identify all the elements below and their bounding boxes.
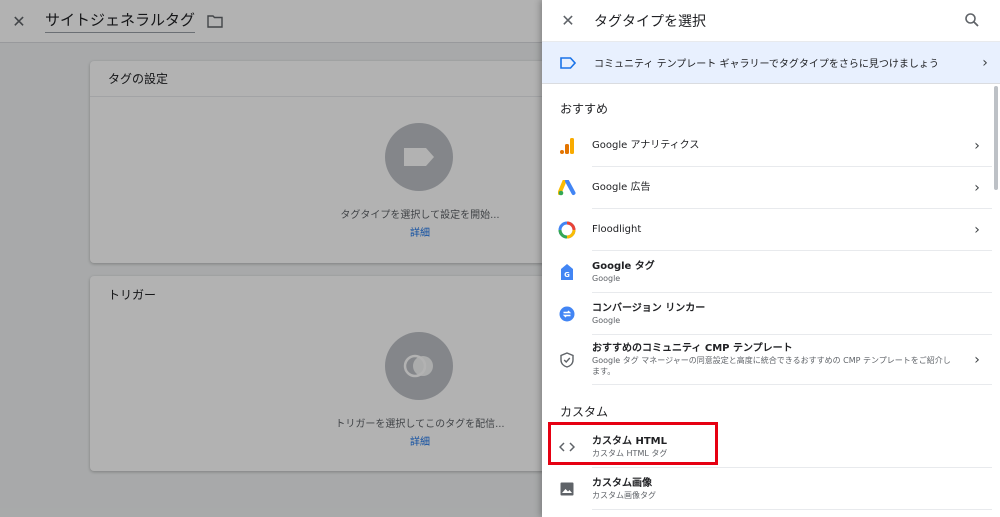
panel-title: タグタイプを選択 bbox=[594, 13, 706, 30]
panel-scrollbar[interactable] bbox=[994, 86, 998, 190]
item-name: カスタム画像 bbox=[592, 477, 652, 489]
panel-close-icon[interactable]: ✕ bbox=[542, 0, 594, 42]
item-sub: カスタム HTML タグ bbox=[592, 448, 668, 458]
tag-outline-icon bbox=[542, 56, 594, 69]
item-sub: Google bbox=[592, 273, 621, 283]
google-tag-icon: G bbox=[542, 263, 592, 281]
code-icon bbox=[542, 441, 592, 453]
google-ads-icon bbox=[542, 180, 592, 196]
floodlight-icon bbox=[542, 221, 592, 239]
item-name: Google タグ bbox=[592, 260, 655, 272]
community-gallery-banner[interactable]: コミュニティ テンプレート ギャラリーでタグタイプをさらに見つけましょう › bbox=[542, 42, 1000, 84]
tag-type-panel: ✕ タグタイプを選択 コミュニティ テンプレート ギャラリーでタグタイプをさらに… bbox=[542, 0, 1000, 517]
chevron-right-icon: › bbox=[974, 221, 980, 238]
list-item-google-analytics[interactable]: Google アナリティクス › bbox=[542, 125, 992, 167]
image-icon bbox=[542, 482, 592, 496]
item-sub: カスタム画像タグ bbox=[592, 490, 656, 500]
list-item-floodlight[interactable]: Floodlight › bbox=[542, 209, 992, 251]
item-name: おすすめのコミュニティ CMP テンプレート bbox=[592, 343, 793, 354]
list-item-google-ads[interactable]: Google 広告 › bbox=[542, 167, 992, 209]
conversion-linker-icon bbox=[542, 306, 592, 322]
list-item-custom-html[interactable]: カスタム HTML カスタム HTML タグ bbox=[542, 426, 992, 468]
list-item-cmp-templates[interactable]: おすすめのコミュニティ CMP テンプレート Google タグ マネージャーの… bbox=[542, 335, 992, 385]
item-name: カスタム HTML bbox=[592, 435, 667, 447]
panel-header: ✕ タグタイプを選択 bbox=[542, 0, 1000, 42]
item-name: Floodlight bbox=[592, 224, 642, 235]
banner-text: コミュニティ テンプレート ギャラリーでタグタイプをさらに見つけましょう bbox=[594, 59, 939, 70]
section-custom: カスタム bbox=[560, 405, 609, 419]
svg-text:G: G bbox=[564, 271, 570, 279]
list-item-conversion-linker[interactable]: コンバージョン リンカー Google bbox=[542, 293, 992, 335]
list-item-custom-image[interactable]: カスタム画像 カスタム画像タグ bbox=[542, 468, 992, 510]
item-name: Google 広告 bbox=[592, 182, 651, 193]
section-recommended: おすすめ bbox=[560, 102, 609, 116]
item-name: Google アナリティクス bbox=[592, 140, 700, 151]
chevron-right-icon: › bbox=[974, 137, 980, 154]
item-sub: Google タグ マネージャーの同意設定と高度に統合できるおすすめの CMP … bbox=[592, 356, 951, 376]
item-sub: Google bbox=[592, 315, 621, 325]
search-icon[interactable] bbox=[964, 12, 980, 32]
chevron-right-icon: › bbox=[974, 179, 980, 196]
chevron-right-icon: › bbox=[974, 351, 980, 368]
item-name: コンバージョン リンカー bbox=[592, 302, 706, 314]
list-item-google-tag[interactable]: G Google タグ Google bbox=[542, 251, 992, 293]
analytics-icon bbox=[542, 138, 592, 154]
shield-check-icon bbox=[542, 352, 592, 368]
chevron-right-icon: › bbox=[982, 54, 988, 71]
